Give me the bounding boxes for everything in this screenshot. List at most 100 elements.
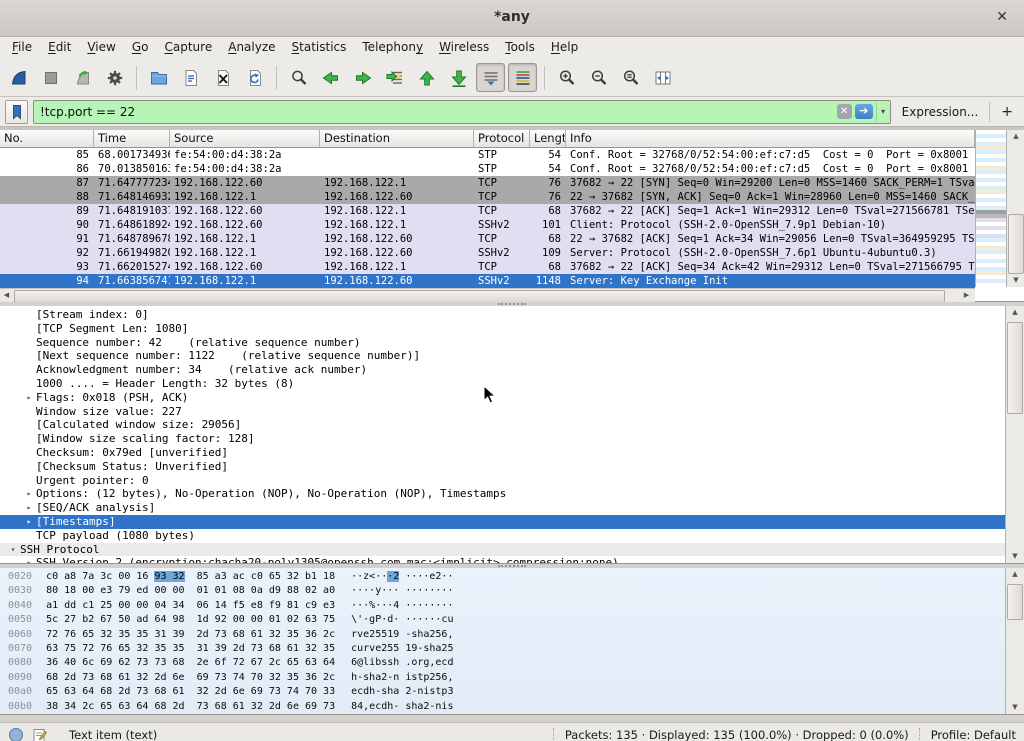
hex-row-0040[interactable]: 0040a1 dd c1 25 00 00 04 34 06 14 f5 e8 … bbox=[8, 599, 1006, 613]
capture-restart-button[interactable] bbox=[68, 63, 97, 92]
hex-row-0080[interactable]: 008036 40 6c 69 62 73 73 68 2e 6f 72 67 … bbox=[8, 656, 1006, 670]
expression-button[interactable]: Expression... bbox=[896, 105, 985, 119]
profile-status[interactable]: Profile: Default bbox=[931, 728, 1016, 741]
detail-line[interactable]: Sequence number: 42 (relative sequence n… bbox=[0, 336, 1006, 350]
expander-closed-icon[interactable]: ▸ bbox=[22, 391, 36, 405]
column-header-time[interactable]: Time bbox=[94, 130, 170, 147]
menu-analyze[interactable]: Analyze bbox=[220, 37, 283, 59]
detail-line[interactable]: [TCP Segment Len: 1080] bbox=[0, 322, 1006, 336]
packet-row-87[interactable]: 8771.647777234192.168.122.60192.168.122.… bbox=[0, 176, 975, 190]
packet-row-89[interactable]: 8971.648191037192.168.122.60192.168.122.… bbox=[0, 204, 975, 218]
detail-vertical-scrollbar[interactable]: ▲ ▼ bbox=[1005, 306, 1024, 563]
capture-comment-button[interactable] bbox=[32, 727, 47, 741]
go-back-button[interactable] bbox=[316, 63, 345, 92]
detail-line[interactable]: Urgent pointer: 0 bbox=[0, 474, 1006, 488]
expander-closed-icon[interactable]: ▸ bbox=[22, 501, 36, 515]
packet-row-94[interactable]: 9471.663856741192.168.122.1192.168.122.6… bbox=[0, 274, 975, 288]
scroll-up-icon[interactable]: ▲ bbox=[1006, 306, 1024, 319]
column-header-length[interactable]: Length bbox=[530, 130, 566, 147]
menu-statistics[interactable]: Statistics bbox=[284, 37, 355, 59]
hex-row-0070[interactable]: 007063 75 72 76 65 32 35 35 31 39 2d 73 … bbox=[8, 642, 1006, 656]
column-header-destination[interactable]: Destination bbox=[320, 130, 474, 147]
packet-row-90[interactable]: 9071.648618924192.168.122.60192.168.122.… bbox=[0, 218, 975, 232]
menu-capture[interactable]: Capture bbox=[156, 37, 220, 59]
column-header-no[interactable]: No. bbox=[0, 130, 94, 147]
menu-telephony[interactable]: Telephony bbox=[354, 37, 431, 59]
detail-line[interactable]: ▸[SEQ/ACK analysis] bbox=[0, 501, 1006, 515]
display-filter-input[interactable]: !tcp.port == 22 ✕ ➔ ▾ bbox=[33, 100, 891, 124]
capture-stop-button[interactable] bbox=[36, 63, 65, 92]
menu-go[interactable]: Go bbox=[124, 37, 157, 59]
hex-row-0060[interactable]: 006072 76 65 32 35 35 31 39 2d 73 68 61 … bbox=[8, 628, 1006, 642]
detail-scroll-thumb[interactable] bbox=[1007, 322, 1023, 414]
packet-row-91[interactable]: 9171.648789678192.168.122.1192.168.122.6… bbox=[0, 232, 975, 246]
filter-dropdown-caret-icon[interactable]: ▾ bbox=[876, 102, 890, 122]
detail-line[interactable]: Window size value: 227 bbox=[0, 405, 1006, 419]
detail-line[interactable]: ▸[Timestamps] bbox=[0, 515, 1006, 529]
scroll-up-icon[interactable]: ▲ bbox=[1007, 130, 1024, 143]
packet-row-92[interactable]: 9271.661949820192.168.122.1192.168.122.6… bbox=[0, 246, 975, 260]
expander-closed-icon[interactable]: ▸ bbox=[22, 515, 36, 529]
hex-row-0020[interactable]: 0020c0 a8 7a 3c 00 16 93 32 85 a3 ac c0 … bbox=[8, 570, 1006, 584]
expert-info-button[interactable] bbox=[8, 727, 24, 741]
resize-columns-button[interactable] bbox=[648, 63, 677, 92]
scroll-left-icon[interactable]: ◀ bbox=[0, 289, 13, 302]
menu-view[interactable]: View bbox=[79, 37, 123, 59]
expander-closed-icon[interactable]: ▸ bbox=[22, 487, 36, 501]
hex-row-0030[interactable]: 003080 18 00 e3 79 ed 00 00 01 01 08 0a … bbox=[8, 584, 1006, 598]
scroll-right-icon[interactable]: ▶ bbox=[960, 289, 973, 302]
column-header-info[interactable]: Info bbox=[566, 130, 975, 147]
packet-row-86[interactable]: 8670.013850163fe:54:00:d4:38:2aSTP54Conf… bbox=[0, 162, 975, 176]
packet-list-horizontal-scrollbar[interactable]: ◀ ▶ bbox=[0, 288, 975, 303]
go-last-button[interactable] bbox=[444, 63, 473, 92]
zoom-original-button[interactable] bbox=[616, 63, 645, 92]
menu-tools[interactable]: Tools bbox=[497, 37, 543, 59]
packet-list-minimap[interactable] bbox=[975, 130, 1006, 287]
scroll-up-icon[interactable]: ▲ bbox=[1006, 568, 1024, 581]
scroll-down-icon[interactable]: ▼ bbox=[1006, 701, 1024, 714]
scroll-down-icon[interactable]: ▼ bbox=[1006, 550, 1024, 563]
file-save-button[interactable] bbox=[176, 63, 205, 92]
detail-line[interactable]: Checksum: 0x79ed [unverified] bbox=[0, 446, 1006, 460]
detail-line[interactable]: [Calculated window size: 29056] bbox=[0, 418, 1006, 432]
go-to-packet-button[interactable] bbox=[380, 63, 409, 92]
filter-apply-icon[interactable]: ➔ bbox=[855, 104, 873, 119]
detail-line[interactable]: ▾SSH Protocol bbox=[0, 543, 1006, 557]
packet-list-scroll-thumb[interactable] bbox=[1008, 214, 1024, 274]
zoom-in-button[interactable] bbox=[552, 63, 581, 92]
detail-line[interactable]: ▸Flags: 0x018 (PSH, ACK) bbox=[0, 391, 1006, 405]
hex-row-0050[interactable]: 00505c 27 b2 67 50 ad 64 98 1d 92 00 00 … bbox=[8, 613, 1006, 627]
packet-list-vertical-scrollbar[interactable]: ▲ ▼ bbox=[1006, 130, 1024, 287]
hex-row-0090[interactable]: 009068 2d 73 68 61 32 2d 6e 69 73 74 70 … bbox=[8, 671, 1006, 685]
detail-line[interactable]: ▸SSH Version 2 (encryption:chacha20-poly… bbox=[0, 556, 1006, 563]
filter-bookmark-button[interactable] bbox=[5, 100, 28, 124]
capture-start-button[interactable] bbox=[4, 63, 33, 92]
zoom-out-button[interactable] bbox=[584, 63, 613, 92]
find-packet-button[interactable] bbox=[284, 63, 313, 92]
filter-clear-icon[interactable]: ✕ bbox=[837, 104, 852, 119]
colorize-button[interactable] bbox=[508, 63, 537, 92]
detail-line[interactable]: Acknowledgment number: 34 (relative ack … bbox=[0, 363, 1006, 377]
hex-row-00b0[interactable]: 00b038 34 2c 65 63 64 68 2d 73 68 61 32 … bbox=[8, 700, 1006, 714]
expander-open-icon[interactable]: ▾ bbox=[6, 543, 20, 557]
auto-scroll-button[interactable] bbox=[476, 63, 505, 92]
detail-line[interactable]: [Stream index: 0] bbox=[0, 308, 1006, 322]
file-open-button[interactable] bbox=[144, 63, 173, 92]
hex-row-00a0[interactable]: 00a065 63 64 68 2d 73 68 61 32 2d 6e 69 … bbox=[8, 685, 1006, 699]
menu-file[interactable]: File bbox=[4, 37, 40, 59]
column-header-source[interactable]: Source bbox=[170, 130, 320, 147]
packet-row-88[interactable]: 8871.648146932192.168.122.1192.168.122.6… bbox=[0, 190, 975, 204]
file-reload-button[interactable] bbox=[240, 63, 269, 92]
capture-options-button[interactable] bbox=[100, 63, 129, 92]
add-filter-button[interactable]: + bbox=[995, 104, 1019, 120]
hex-vertical-scrollbar[interactable]: ▲ ▼ bbox=[1005, 568, 1024, 714]
column-header-protocol[interactable]: Protocol bbox=[474, 130, 530, 147]
detail-line[interactable]: TCP payload (1080 bytes) bbox=[0, 529, 1006, 543]
hex-dump[interactable]: 0020c0 a8 7a 3c 00 16 93 32 85 a3 ac c0 … bbox=[8, 570, 1006, 714]
packet-row-85[interactable]: 8568.001734936fe:54:00:d4:38:2aSTP54Conf… bbox=[0, 148, 975, 162]
packet-row-93[interactable]: 9371.662015274192.168.122.60192.168.122.… bbox=[0, 260, 975, 274]
detail-line[interactable]: [Window size scaling factor: 128] bbox=[0, 432, 1006, 446]
menu-help[interactable]: Help bbox=[543, 37, 586, 59]
file-close-button[interactable] bbox=[208, 63, 237, 92]
hex-scroll-thumb[interactable] bbox=[1007, 584, 1023, 620]
